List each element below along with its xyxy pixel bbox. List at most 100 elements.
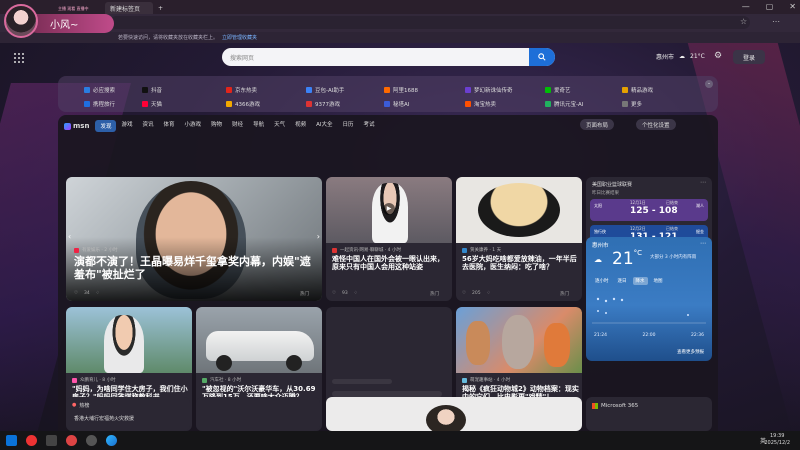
quick-link[interactable]: 梦幻新诛仙传奇 [465, 86, 513, 94]
weather-more-link[interactable]: 查看更多预报 [677, 349, 704, 355]
new-tab-button[interactable]: + [153, 2, 168, 14]
nav-tab[interactable]: 视频 [290, 120, 311, 132]
like-icon[interactable]: ♡ [74, 291, 78, 296]
play-icon[interactable]: ▶ [383, 203, 395, 215]
system-clock[interactable]: 19:39 2025/12/2 [764, 433, 790, 447]
app-icon[interactable] [66, 435, 77, 446]
tab-icon[interactable] [40, 2, 50, 14]
app-icon[interactable] [26, 435, 37, 446]
clock-time: 19:39 [769, 433, 785, 439]
app-launcher-icon[interactable] [14, 53, 24, 63]
dislike-icon[interactable]: ♢ [487, 291, 491, 296]
news-source: 一起资讯·网易·聊聊城 · 4 小时 [340, 248, 401, 253]
nav-tab[interactable]: 购物 [206, 120, 227, 132]
manage-favorites-link[interactable]: 立即管理收藏夹 [222, 34, 257, 41]
quick-link[interactable]: 必应搜索 [84, 86, 115, 94]
news-image: ▶ [326, 177, 452, 243]
hero-title[interactable]: 演都不演了！王晶曝易烊千玺拿奖内幕，内娱"遮羞布"被扯烂了 [74, 255, 318, 281]
app-icon[interactable] [86, 435, 97, 446]
personalize-button[interactable]: 个性化设置 [636, 119, 676, 130]
nav-tab[interactable]: 财经 [227, 120, 248, 132]
nav-tab[interactable]: 考试 [359, 120, 380, 132]
nav-tab[interactable]: 日历 [338, 120, 359, 132]
quick-link[interactable]: 淘宝热卖 [465, 100, 496, 108]
search-box[interactable]: 搜索网页 [222, 48, 555, 66]
tab-active[interactable]: 新建标签页 [105, 2, 153, 14]
news-title[interactable]: 难怪中国人在国外会被一眼认出来，原来只有中国人会用这种站姿 [332, 255, 450, 272]
quick-link[interactable]: 9377游戏 [306, 100, 340, 108]
news-card[interactable]: 贺关康养 · 1 天 56岁大妈吃啥都爱放辣油，一年半后去医院，医生纳闷：吃了啥… [456, 177, 582, 301]
app-icon[interactable] [46, 435, 57, 446]
game-score: 125 - 108 [630, 206, 678, 216]
address-input[interactable] [110, 16, 750, 29]
close-button[interactable]: ✕ [789, 2, 796, 11]
quick-link[interactable]: 携程旅行 [84, 100, 115, 108]
more-icon[interactable]: ⋯ [700, 179, 706, 186]
maximize-button[interactable]: ▢ [766, 2, 774, 11]
windows-start-icon[interactable] [6, 435, 17, 446]
quick-link[interactable]: 天猫 [142, 100, 162, 108]
game-status: 已结束 [666, 226, 678, 231]
gear-icon[interactable]: ⚙ [714, 51, 722, 61]
like-icon[interactable]: ♡ [332, 291, 336, 296]
hotlist-item[interactable]: 香港大埔行宏福苑火灾救援 [74, 415, 134, 422]
quick-link[interactable]: 更多 [622, 100, 642, 108]
search-button[interactable] [529, 48, 555, 66]
menu-icon[interactable]: ⋯ [772, 17, 780, 26]
chevron-right-icon[interactable]: › [317, 232, 320, 241]
window-controls: — ▢ ✕ [742, 2, 796, 11]
quick-link[interactable]: 腾讯元宝-AI [545, 100, 583, 108]
msn-logo[interactable]: msn [64, 122, 89, 130]
close-icon[interactable]: – [705, 80, 713, 88]
dislike-icon[interactable]: ♢ [354, 291, 358, 296]
news-title[interactable]: 56岁大妈吃啥都爱放辣油，一年半后去医院，医生纳闷：吃了啥？ [462, 255, 580, 272]
weather-city: 惠州市 [592, 243, 609, 249]
news-card[interactable] [326, 397, 582, 431]
quick-link[interactable]: 京东热卖 [226, 86, 257, 94]
news-likes: 205 [472, 291, 481, 296]
site-icon [306, 101, 312, 107]
weather-tab[interactable]: 逐小时 [592, 277, 612, 285]
header-weather[interactable]: 惠州市 ☁ 21°C [656, 52, 705, 61]
address-bar-row: ☆ ⋯ [0, 14, 800, 32]
quick-link[interactable]: 4366游戏 [226, 100, 260, 108]
like-icon[interactable]: ♡ [462, 291, 466, 296]
site-icon [226, 87, 232, 93]
nav-tab[interactable]: 导航 [248, 120, 269, 132]
edge-icon[interactable] [106, 435, 117, 446]
minimize-button[interactable]: — [742, 2, 750, 11]
hero-card[interactable]: 有爱娱乐 · 2 小时 演都不演了！王晶曝易烊千玺拿奖内幕，内娱"遮羞布"被扯烂… [66, 177, 322, 301]
dislike-icon[interactable]: ♢ [96, 291, 100, 296]
quick-link[interactable]: 豆包-AI助手 [306, 86, 344, 94]
nav-tab[interactable]: 小游戏 [180, 120, 207, 132]
hero-source: 有爱娱乐 · 2 小时 [82, 248, 118, 253]
quick-link[interactable]: 阿里1688 [384, 86, 418, 94]
game-row[interactable]: 太阳 12月1日 125 - 108 湖人 已结束 [590, 199, 708, 221]
weather-tab[interactable]: 地图 [651, 277, 666, 285]
quick-link[interactable]: 抖音 [142, 86, 162, 94]
quick-link[interactable]: 精品游戏 [622, 86, 653, 94]
more-icon[interactable]: ⋯ [700, 240, 706, 247]
nav-tab[interactable]: 资讯 [137, 120, 158, 132]
weather-widget[interactable]: 惠州市 ⋯ ☁ 21°C 大部分 3 小时内有阵雨 逐小时 逐日 降水 地图 21:2… [586, 237, 712, 361]
quick-link[interactable]: 爱奇艺 [545, 86, 571, 94]
nav-tab[interactable]: 体育 [159, 120, 180, 132]
nav-tab[interactable]: 游戏 [116, 120, 137, 132]
nav-tab[interactable]: 天气 [269, 120, 290, 132]
streamer-name: 小风~ [50, 20, 79, 31]
chevron-left-icon[interactable]: ‹ [68, 232, 71, 241]
nav-tab[interactable]: 发现 [95, 120, 117, 132]
hotlist-card[interactable]: ● 热榜 香港大埔行宏福苑火灾救援 [66, 397, 190, 431]
news-card[interactable]: ▶ 一起资讯·网易·聊聊城 · 4 小时 难怪中国人在国外会被一眼认出来，原来只… [326, 177, 452, 301]
weather-tab[interactable]: 降水 [632, 277, 648, 285]
quick-link-label: 携程旅行 [93, 102, 116, 108]
star-icon[interactable]: ☆ [740, 17, 747, 26]
site-icon [545, 87, 551, 93]
login-button[interactable]: 登录 [733, 50, 765, 64]
ms365-card[interactable]: Microsoft 365 [586, 397, 712, 431]
nav-tab[interactable]: AI大全 [311, 120, 337, 132]
page-layout-button[interactable]: 页面布局 [580, 119, 615, 130]
quick-link[interactable]: 秘塔AI [384, 100, 409, 108]
weather-tab[interactable]: 逐日 [615, 277, 630, 285]
feed-nav: msn 发现 游戏 资讯 体育 小游戏 购物 财经 导航 天气 视频 AI大全 日历 考试 [64, 119, 380, 133]
